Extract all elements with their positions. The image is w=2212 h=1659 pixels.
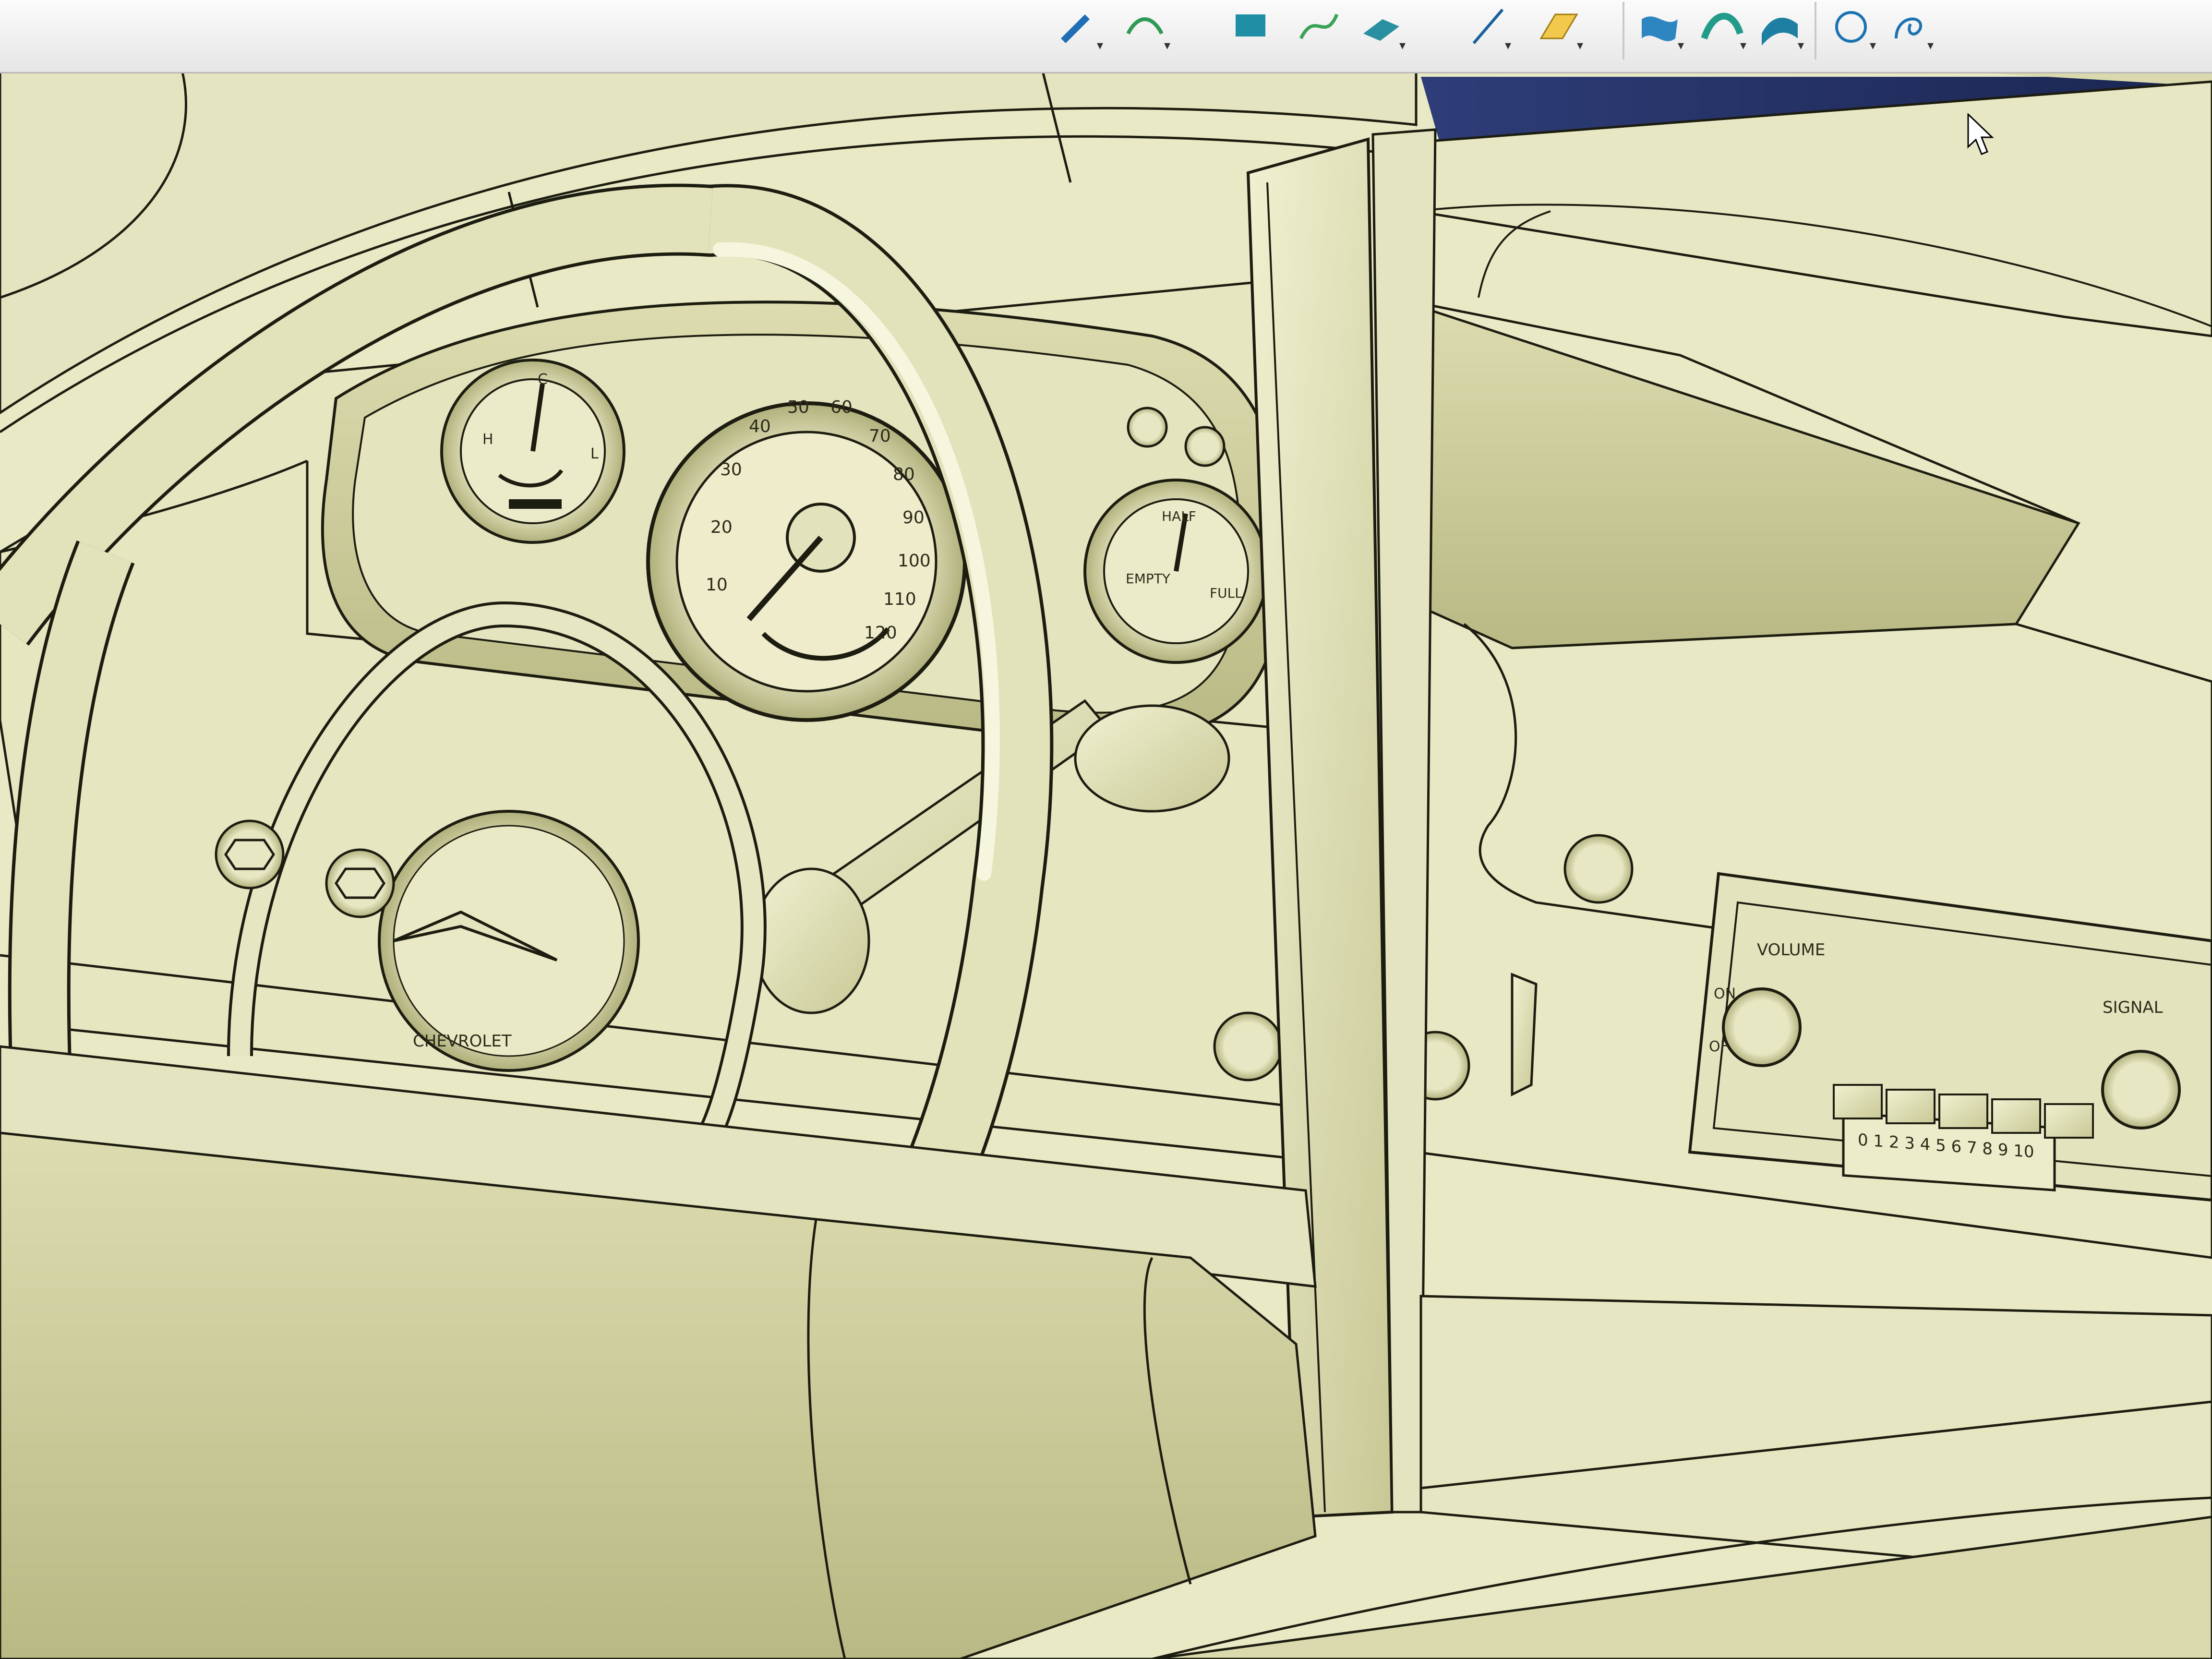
toolbar-button[interactable]: [1296, 5, 1340, 49]
tick-label: 110: [883, 589, 916, 609]
spline-icon: [1895, 17, 1923, 39]
column-hub: [752, 867, 870, 1014]
dash-knob: [1127, 407, 1168, 448]
toolbar-button[interactable]: ▾: [1123, 5, 1170, 53]
arrow-icon: [1061, 14, 1090, 43]
tick-label: 40: [749, 417, 771, 436]
toolbar-button[interactable]: ▾: [1829, 5, 1876, 53]
fuel-gauge-right: EMPTY HALF FULL: [1083, 479, 1269, 664]
face-icon: [1236, 14, 1265, 36]
radio-on-label: ON: [1714, 986, 1736, 1002]
toolbar-button[interactable]: [1229, 5, 1273, 49]
tick-label: HALF: [1162, 508, 1196, 524]
toolbar-button[interactable]: ▾: [1757, 5, 1804, 53]
curve-icon: [1299, 13, 1339, 39]
toolbar-button[interactable]: ▾: [1464, 5, 1511, 53]
tick-label: 120: [864, 623, 897, 643]
tick-label: 70: [869, 426, 891, 446]
plane-icon: [1363, 19, 1399, 41]
tick-label: FULL: [1210, 585, 1242, 601]
ignition-key: [1563, 834, 1634, 904]
tick-label: 60: [830, 397, 853, 417]
tick-label: 10: [706, 575, 728, 595]
preset-button: [1938, 1094, 1988, 1129]
loft-surface-icon: [1642, 16, 1678, 41]
tick-label: 80: [893, 465, 915, 484]
speedometer: 10 20 30 40 50 60 70 80 90 100 110 120: [646, 397, 967, 722]
dash-top-right: [1391, 296, 2080, 649]
cad-toolbar: ▾ ▾ ▾ ▾ ▾ ▾ ▾ ▾ ▾ ▾: [0, 0, 2212, 73]
dash-knob: [1184, 426, 1226, 467]
mouse-cursor-icon: [1967, 113, 1994, 155]
toolbar-button[interactable]: ▾: [1358, 5, 1406, 53]
preset-button: [1886, 1089, 1936, 1124]
parallelogram-icon: [1539, 13, 1578, 39]
tick-label: 100: [898, 551, 931, 571]
car-interior-model: H C L 10 20 30 40 50 60 70 80 90 100 110…: [0, 0, 2212, 1659]
horn-badge: CHEVROLET: [413, 1032, 512, 1051]
toolbar-button[interactable]: ▾: [1699, 5, 1746, 53]
circle-icon: [1835, 11, 1867, 43]
tick-label: 20: [710, 517, 733, 537]
horn-button: CHEVROLET: [378, 810, 640, 1072]
tick-label: EMPTY: [1126, 571, 1171, 587]
toolbar-separator: [1815, 2, 1816, 60]
tick-label: H: [482, 431, 493, 448]
toolbar-button[interactable]: ▾: [1056, 5, 1103, 53]
fuel-gauge-left: H C L: [440, 359, 625, 544]
preset-button: [1991, 1098, 2041, 1134]
blend-surface-icon: [1762, 17, 1798, 46]
tick-label: 90: [902, 508, 925, 528]
preset-button: [1833, 1084, 1883, 1119]
toolbar-button[interactable]: ▾: [1536, 5, 1583, 53]
tick-label: C: [538, 371, 548, 388]
radio-volume-label: VOLUME: [1757, 940, 1825, 960]
control-knob: [1213, 1011, 1283, 1082]
tick-label: 50: [787, 397, 809, 417]
toolbar-button[interactable]: ▾: [1887, 5, 1934, 53]
wiper-lever: [1511, 973, 1538, 1097]
toolbar-separator: [1623, 2, 1624, 60]
tuning-knob: [2101, 1050, 2181, 1130]
lever-knob: [1074, 704, 1230, 813]
arrow-icon: [1126, 17, 1164, 35]
3d-viewport[interactable]: H C L 10 20 30 40 50 60 70 80 90 100 110…: [0, 0, 2212, 1659]
line-icon: [1472, 9, 1504, 44]
tick-label: L: [590, 445, 599, 462]
sweep-surface-icon: [1701, 12, 1743, 40]
toolbar-button[interactable]: ▾: [1637, 5, 1684, 53]
tick-label: 30: [720, 460, 742, 480]
preset-button: [2044, 1103, 2094, 1139]
radio-signal-label: SIGNAL: [2103, 998, 2163, 1017]
volume-knob: [1722, 987, 1802, 1067]
